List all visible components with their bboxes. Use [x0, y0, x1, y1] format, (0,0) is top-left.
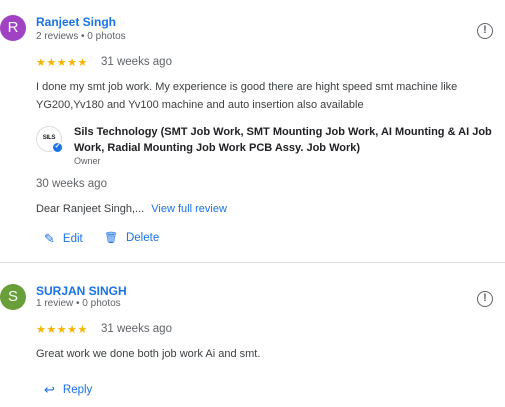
review-card: S SURJAN SINGH 1 review • 0 photos ! ★★★… — [0, 263, 505, 407]
delete-icon: 🗑 — [104, 232, 118, 244]
edit-label: Edit — [62, 233, 83, 245]
owner-reply-text: Dear Ranjeet Singh,... View full review — [36, 200, 486, 218]
report-icon[interactable]: ! — [477, 23, 493, 39]
delete-button[interactable]: 🗑 Delete — [104, 231, 160, 245]
owner-reply-time: 30 weeks ago — [36, 178, 107, 190]
reviewer-meta: 2 reviews • 0 photos — [36, 31, 126, 42]
review-time: 31 weeks ago — [101, 56, 172, 68]
reply-button[interactable]: ↩ Reply — [44, 382, 92, 398]
report-icon[interactable]: ! — [477, 291, 493, 307]
reply-label: Reply — [62, 384, 93, 396]
owner-reply-snippet: Dear Ranjeet Singh,... — [36, 203, 145, 215]
reviewer-avatar[interactable]: S — [0, 284, 26, 310]
owner-name: Sils Technology (SMT Job Work, SMT Mount… — [74, 126, 492, 154]
star-rating: ★★★★★ — [36, 324, 88, 336]
view-full-review-link[interactable]: View full review — [151, 203, 227, 215]
edit-icon: ✎ — [44, 231, 55, 246]
edit-button[interactable]: ✎ Edit — [44, 231, 83, 247]
reviewer-avatar[interactable]: R — [0, 15, 26, 41]
review-time: 31 weeks ago — [101, 323, 172, 335]
review-text: I done my smt job work. My experience is… — [36, 81, 458, 111]
delete-label: Delete — [125, 231, 160, 244]
star-rating: ★★★★★ — [36, 57, 88, 69]
review-card: R Ranjeet Singh 2 reviews • 0 photos ! ★… — [0, 0, 505, 262]
review-text: Great work we done both job work Ai and … — [36, 348, 261, 360]
owner-logo: SILS ✓ — [36, 126, 63, 153]
owner-role: Owner — [74, 156, 101, 166]
reviewer-name[interactable]: SURJAN SINGH — [36, 284, 127, 298]
reviewer-meta: 1 review • 0 photos — [36, 298, 121, 309]
reviewer-name[interactable]: Ranjeet Singh — [36, 15, 116, 29]
owner-logo-text: SILS — [42, 135, 56, 141]
reply-icon: ↩ — [44, 382, 55, 397]
verified-icon: ✓ — [52, 142, 63, 153]
